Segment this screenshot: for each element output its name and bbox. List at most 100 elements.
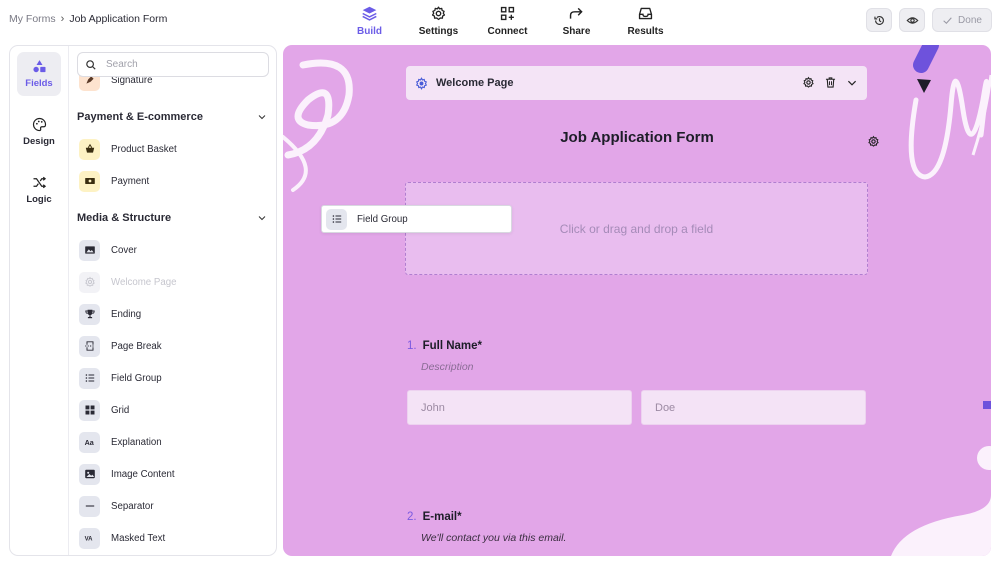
- history-button[interactable]: [866, 8, 892, 32]
- question-2-description[interactable]: We'll contact you via this email.: [421, 532, 566, 544]
- field-item-masked-text[interactable]: VA Masked Text: [79, 526, 269, 550]
- section-payment-ecommerce[interactable]: Payment & E-commerce: [77, 111, 267, 123]
- gear-icon: [415, 76, 428, 90]
- top-bar: My Forms › Job Application Form Build Se…: [0, 0, 1000, 42]
- basket-icon: [85, 143, 94, 153]
- field-search[interactable]: [77, 52, 269, 77]
- field-item-label: Ending: [111, 308, 142, 320]
- done-button[interactable]: Done: [932, 8, 992, 32]
- rail-design-label: Design: [23, 136, 55, 147]
- gear-icon: [84, 276, 95, 287]
- field-item-label: Masked Text: [111, 532, 166, 544]
- field-item-separator[interactable]: Separator: [79, 494, 269, 518]
- field-list: Signature Payment & E-commerce Product B…: [69, 46, 276, 555]
- rail-logic-label: Logic: [26, 194, 52, 205]
- page-break-icon-box: [79, 335, 100, 357]
- chevron-down-icon: [258, 115, 266, 120]
- field-item-label: Product Basket: [111, 143, 177, 155]
- dropzone-text: Click or drag and drop a field: [559, 221, 714, 236]
- tab-settings[interactable]: Settings: [404, 4, 473, 38]
- tab-build[interactable]: Build: [335, 4, 404, 38]
- text-aa-icon: Aa: [84, 438, 94, 447]
- field-item-product-basket[interactable]: Product Basket: [79, 137, 269, 161]
- section-title: Media & Structure: [77, 212, 172, 224]
- rail-logic[interactable]: Logic: [17, 168, 61, 212]
- preview-button[interactable]: [899, 8, 925, 32]
- field-item-image-content[interactable]: Image Content: [79, 462, 269, 486]
- separator-icon-box: [79, 495, 100, 517]
- grid-icon-box: [79, 399, 100, 421]
- form-canvas: Welcome Page Job Application Form Click …: [283, 45, 991, 556]
- breadcrumb-my-forms-link[interactable]: My Forms: [9, 13, 56, 25]
- gear-icon: [868, 135, 879, 147]
- field-item-label: Image Content: [111, 468, 175, 480]
- field-item-explanation[interactable]: Aa Explanation: [79, 430, 269, 454]
- grid-icon: [85, 405, 94, 415]
- field-item-label: Page Break: [111, 340, 162, 352]
- question-1-label[interactable]: 1. Full Name*: [407, 340, 482, 352]
- history-icon: [873, 15, 884, 25]
- field-item-label: Welcome Page: [111, 276, 177, 288]
- shapes-icon: [32, 60, 45, 73]
- welcome-bar-actions: [802, 76, 858, 89]
- welcome-page-bar[interactable]: Welcome Page: [406, 66, 867, 100]
- first-name-input[interactable]: John: [407, 390, 632, 425]
- dragging-field-group[interactable]: Field Group: [321, 205, 512, 233]
- form-title-settings-button[interactable]: [867, 135, 880, 153]
- share-arrow-icon: [569, 7, 583, 19]
- rail-fields-label: Fields: [25, 78, 53, 89]
- svg-text:Aa: Aa: [84, 438, 94, 447]
- field-item-cover[interactable]: Cover: [79, 238, 269, 262]
- product-basket-icon-box: [79, 138, 100, 160]
- tab-share-label: Share: [562, 26, 591, 37]
- field-item-label: Cover: [111, 244, 137, 256]
- field-item-grid[interactable]: Grid: [79, 398, 269, 422]
- chevron-down-icon[interactable]: [846, 77, 858, 89]
- field-item-ending[interactable]: Ending: [79, 302, 269, 326]
- gear-icon[interactable]: [802, 76, 815, 89]
- rail-design[interactable]: Design: [17, 110, 61, 154]
- breadcrumb-separator: ›: [60, 13, 65, 25]
- tab-connect-label: Connect: [487, 26, 528, 37]
- field-item-welcome-page: Welcome Page: [79, 270, 269, 294]
- search-input[interactable]: [106, 59, 256, 70]
- rail-fields[interactable]: Fields: [17, 52, 61, 96]
- question-title: E-mail*: [422, 511, 462, 523]
- field-item-page-break[interactable]: Page Break: [79, 334, 269, 358]
- question-2-label[interactable]: 2. E-mail*: [407, 511, 462, 523]
- left-panel: Fields Design Logic Signature Search Pay…: [9, 45, 277, 556]
- masked-text-icon: VA: [84, 537, 93, 543]
- field-item-label: Field Group: [111, 372, 162, 384]
- tab-results[interactable]: Results: [611, 4, 680, 38]
- breadcrumb-current-form: Job Application Form: [69, 13, 168, 25]
- form-title[interactable]: Job Application Form: [283, 129, 991, 146]
- question-title: Full Name*: [422, 340, 483, 352]
- separator-line-icon: [85, 505, 94, 507]
- cover-image-icon: [84, 246, 95, 254]
- field-item-field-group[interactable]: Field Group: [79, 366, 269, 390]
- background-brush-decoration: [283, 45, 991, 556]
- tab-build-label: Build: [357, 26, 382, 37]
- last-name-input[interactable]: Doe: [641, 390, 866, 425]
- main-nav-tabs: Build Settings Connect Share Results: [335, 4, 680, 38]
- welcome-page-title: Welcome Page: [436, 77, 514, 89]
- tab-share[interactable]: Share: [542, 4, 611, 38]
- tab-settings-label: Settings: [418, 26, 459, 37]
- section-title: Payment & E-commerce: [77, 111, 203, 123]
- question-1-description[interactable]: Description: [421, 361, 474, 373]
- field-group-icon-box: [79, 367, 100, 389]
- cover-icon-box: [79, 239, 100, 261]
- layers-icon: [362, 6, 377, 21]
- trash-icon[interactable]: [824, 76, 837, 89]
- drag-ghost-label: Field Group: [357, 213, 408, 225]
- tab-connect[interactable]: Connect: [473, 4, 542, 38]
- ending-icon-box: [79, 303, 100, 325]
- section-media-structure[interactable]: Media & Structure: [77, 212, 267, 224]
- shuffle-icon: [33, 176, 46, 189]
- list-icon: [332, 215, 341, 223]
- svg-text:VA: VA: [84, 537, 93, 543]
- list-icon: [85, 374, 94, 382]
- done-button-label: Done: [958, 14, 982, 26]
- trophy-icon: [84, 309, 95, 319]
- field-item-payment[interactable]: Payment: [79, 169, 269, 193]
